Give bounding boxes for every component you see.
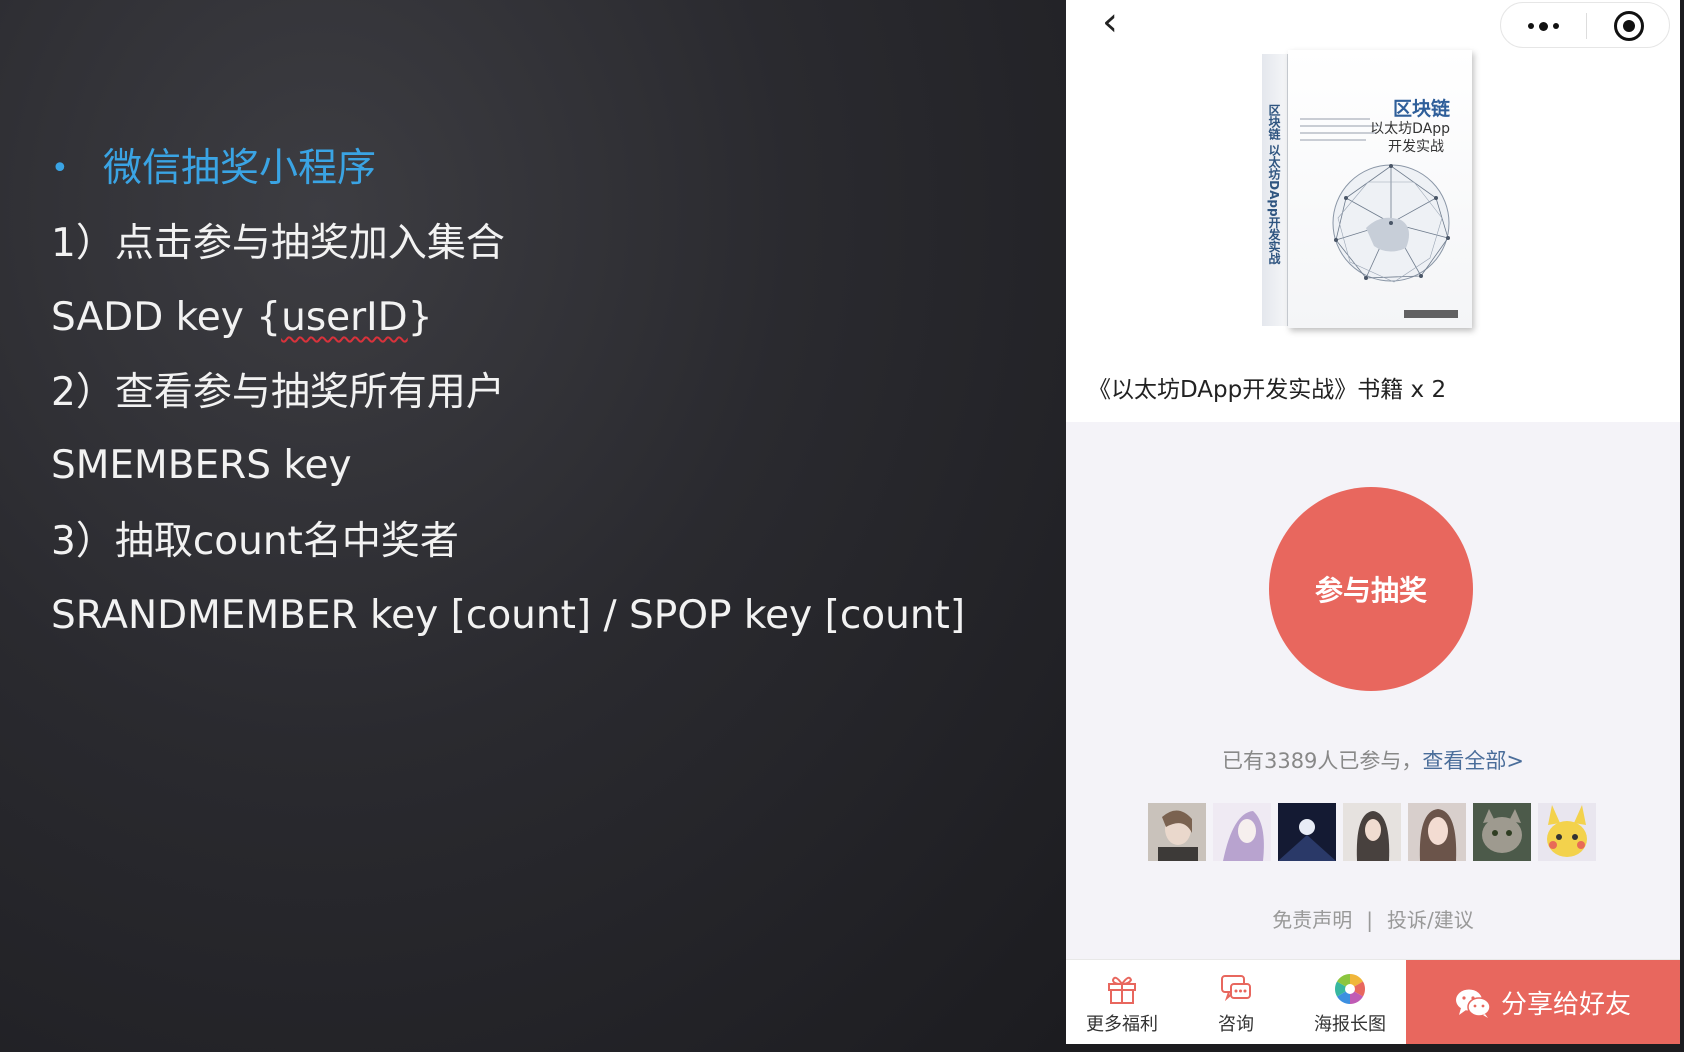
slide-line-2: SADD key {userID} xyxy=(51,298,433,337)
book-spine: 区块链 以太坊DApp开发实战 xyxy=(1262,54,1288,326)
slide-heading: • 微信抽奖小程序 xyxy=(51,147,376,188)
wechat-icon xyxy=(1455,989,1491,1018)
back-icon[interactable]: ‹ xyxy=(1102,2,1118,42)
avatar[interactable] xyxy=(1408,803,1466,861)
slide-line-1: 1）点击参与抽奖加入集合 xyxy=(51,221,505,266)
capsule-divider xyxy=(1586,13,1587,39)
bullet-marker: • xyxy=(51,150,69,186)
slide-line-4: SMEMBERS key xyxy=(51,443,352,488)
feedback-link[interactable]: 投诉/建议 xyxy=(1387,908,1474,932)
heading-text: 微信抽奖小程序 xyxy=(103,146,377,191)
link-separator: | xyxy=(1366,908,1373,932)
tab-consult[interactable]: 咨询 xyxy=(1188,972,1284,1036)
book-blurb-lines xyxy=(1300,118,1380,146)
phone-frame-bottom xyxy=(1066,1044,1684,1052)
tab-label: 海报长图 xyxy=(1314,1014,1386,1035)
book-spine-title: 区块链 以太坊DApp开发实战 xyxy=(1267,104,1281,265)
share-to-friends-button[interactable]: 分享给好友 xyxy=(1406,960,1680,1044)
tab-more-benefits[interactable]: 更多福利 xyxy=(1074,972,1170,1036)
participants-count: 已有3389人已参与， xyxy=(1221,749,1423,773)
tab-poster[interactable]: 海报长图 xyxy=(1302,972,1398,1036)
phone-frame-edge xyxy=(1680,0,1684,1052)
gift-icon xyxy=(1108,976,1136,1004)
photo-icon xyxy=(1334,974,1366,1004)
sadd-closing-brace: } xyxy=(407,295,433,340)
mini-program-screen: ‹ 区块链 以太坊DApp开发实战 区块链 以太坊DApp 开发实战 《以太坊D… xyxy=(1066,0,1680,1044)
avatar[interactable] xyxy=(1473,803,1531,861)
slide-line-6: SRANDMEMBER key [count] / SPOP key [coun… xyxy=(51,593,966,638)
book-subtitle-2: 开发实战 xyxy=(1388,139,1444,155)
disclaimer-link[interactable]: 免责声明 xyxy=(1272,908,1352,932)
slide-line-3: 2）查看参与抽奖所有用户 xyxy=(51,370,505,415)
participant-avatars xyxy=(1148,803,1596,861)
avatar[interactable] xyxy=(1213,803,1271,861)
more-icon[interactable] xyxy=(1501,3,1586,49)
publisher-logo xyxy=(1404,310,1458,318)
join-lottery-button[interactable]: 参与抽奖 xyxy=(1269,487,1473,691)
footer-links: 免责声明 | 投诉/建议 xyxy=(1066,904,1680,933)
sadd-command: SADD key { xyxy=(51,295,282,340)
slide-line-5: 3）抽取count名中奖者 xyxy=(51,519,459,564)
tab-label: 更多福利 xyxy=(1086,1014,1158,1035)
chat-icon xyxy=(1221,975,1251,1002)
avatar[interactable] xyxy=(1278,803,1336,861)
bottom-tabbar: 更多福利 咨询 海报长图 分享给好友 xyxy=(1066,959,1680,1044)
capsule-menu xyxy=(1500,2,1670,48)
book-front: 区块链 以太坊DApp 开发实战 xyxy=(1288,50,1472,328)
book-title: 区块链 xyxy=(1392,98,1450,120)
prize-section: ‹ 区块链 以太坊DApp开发实战 区块链 以太坊DApp 开发实战 《以太坊D… xyxy=(1066,0,1680,422)
avatar[interactable] xyxy=(1538,803,1596,861)
tab-label: 咨询 xyxy=(1218,1014,1254,1035)
globe-icon xyxy=(1332,164,1450,283)
participants-summary: 已有3389人已参与，查看全部> xyxy=(1066,745,1680,775)
avatar[interactable] xyxy=(1148,803,1206,861)
book-cover-image: 区块链 以太坊DApp开发实战 区块链 以太坊DApp 开发实战 xyxy=(1262,50,1472,328)
slide-panel: • 微信抽奖小程序 1）点击参与抽奖加入集合 SADD key {userID} … xyxy=(0,0,1066,1052)
spellcheck-word: userID xyxy=(281,295,408,340)
view-all-link[interactable]: 查看全部> xyxy=(1422,749,1524,773)
prize-title: 《以太坊DApp开发实战》书籍 x 2 xyxy=(1088,377,1447,403)
avatar[interactable] xyxy=(1343,803,1401,861)
book-subtitle: 以太坊DApp xyxy=(1370,121,1450,137)
close-miniprogram-icon[interactable] xyxy=(1614,11,1644,41)
share-label: 分享给好友 xyxy=(1500,990,1631,1020)
